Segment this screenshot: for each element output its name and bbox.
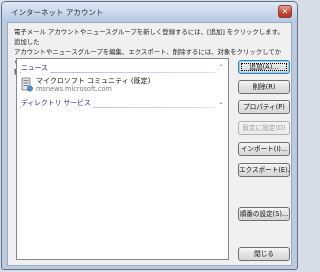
export-button-label: エクスポート(E)... bbox=[239, 166, 290, 174]
newsgroup-server-icon bbox=[21, 77, 33, 92]
close-button[interactable]: 閉じる bbox=[238, 247, 290, 261]
close-window-button[interactable]: ✕ bbox=[278, 5, 292, 18]
add-button-label: 追加(A)... bbox=[249, 63, 279, 71]
properties-button-label: プロパティ(P) bbox=[243, 103, 285, 111]
import-button[interactable]: インポート(I)... bbox=[238, 142, 290, 156]
chevron-up-icon[interactable]: ⌃ bbox=[217, 63, 225, 72]
accounts-list[interactable]: ニュース ⌃ マイクロソフト コミュニティ (既定) msnews.micros… bbox=[16, 58, 229, 260]
set-default-button-label: 既定に設定(D) bbox=[242, 124, 286, 132]
group-header-directory[interactable]: ディレクトリ サービス ⌄ bbox=[20, 98, 225, 108]
group-label-directory: ディレクトリ サービス bbox=[21, 98, 93, 108]
remove-button[interactable]: 削除(R) bbox=[238, 80, 290, 94]
account-server: msnews.microsoft.com bbox=[36, 85, 112, 93]
import-button-label: インポート(I)... bbox=[240, 145, 288, 153]
group-label-news: ニュース bbox=[21, 63, 50, 73]
group-header-news[interactable]: ニュース ⌃ bbox=[20, 63, 225, 73]
add-button[interactable]: 追加(A)... bbox=[238, 60, 290, 74]
dialog-window: インターネット アカウント ✕ 電子メール アカウントやニュースグループを新しく… bbox=[1, 1, 298, 270]
dialog-body: 電子メール アカウントやニュースグループを新しく登録するには、[追加] をクリッ… bbox=[7, 22, 292, 266]
title-bar[interactable]: インターネット アカウント ✕ bbox=[2, 2, 297, 22]
set-default-button[interactable]: 既定に設定(D) bbox=[238, 121, 290, 135]
export-button[interactable]: エクスポート(E)... bbox=[238, 163, 290, 177]
remove-button-label: 削除(R) bbox=[252, 83, 276, 91]
close-icon: ✕ bbox=[281, 7, 289, 16]
set-order-button[interactable]: 順番の設定(S)... bbox=[238, 207, 290, 221]
set-order-button-label: 順番の設定(S)... bbox=[239, 210, 289, 218]
properties-button[interactable]: プロパティ(P) bbox=[238, 100, 290, 114]
close-button-label: 閉じる bbox=[254, 250, 274, 258]
list-item-account[interactable]: マイクロソフト コミュニティ (既定) msnews.microsoft.com bbox=[21, 76, 171, 94]
chevron-down-icon[interactable]: ⌄ bbox=[217, 98, 225, 107]
window-title: インターネット アカウント bbox=[11, 8, 104, 17]
